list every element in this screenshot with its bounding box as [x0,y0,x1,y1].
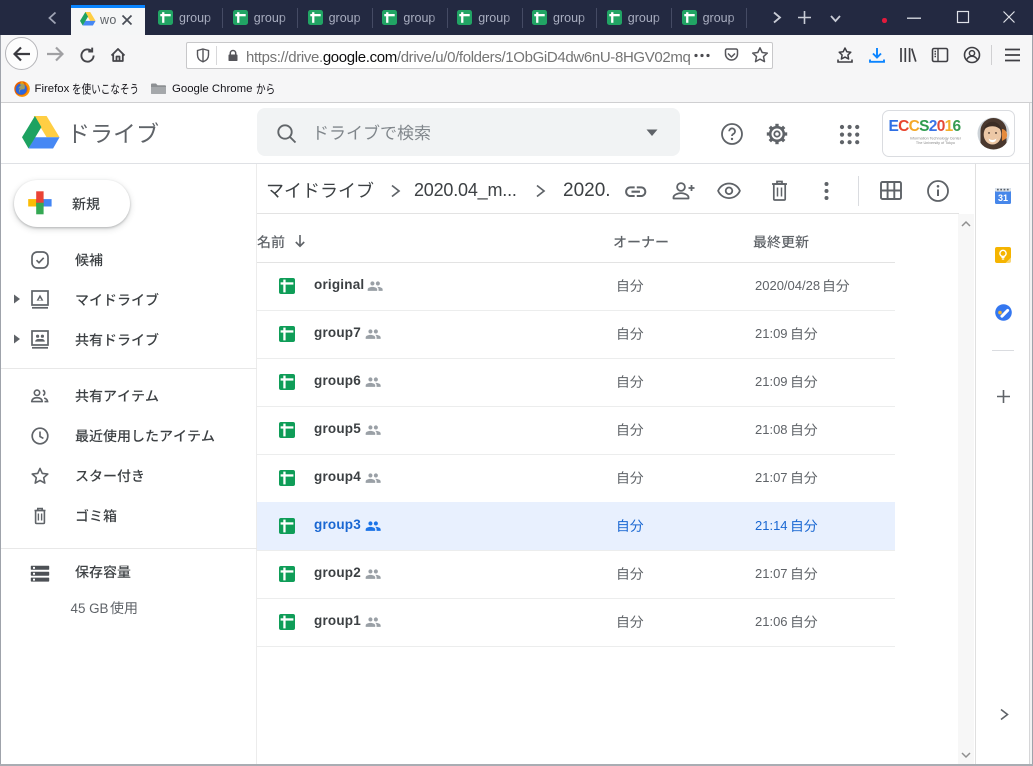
svg-text:31: 31 [998,193,1008,203]
